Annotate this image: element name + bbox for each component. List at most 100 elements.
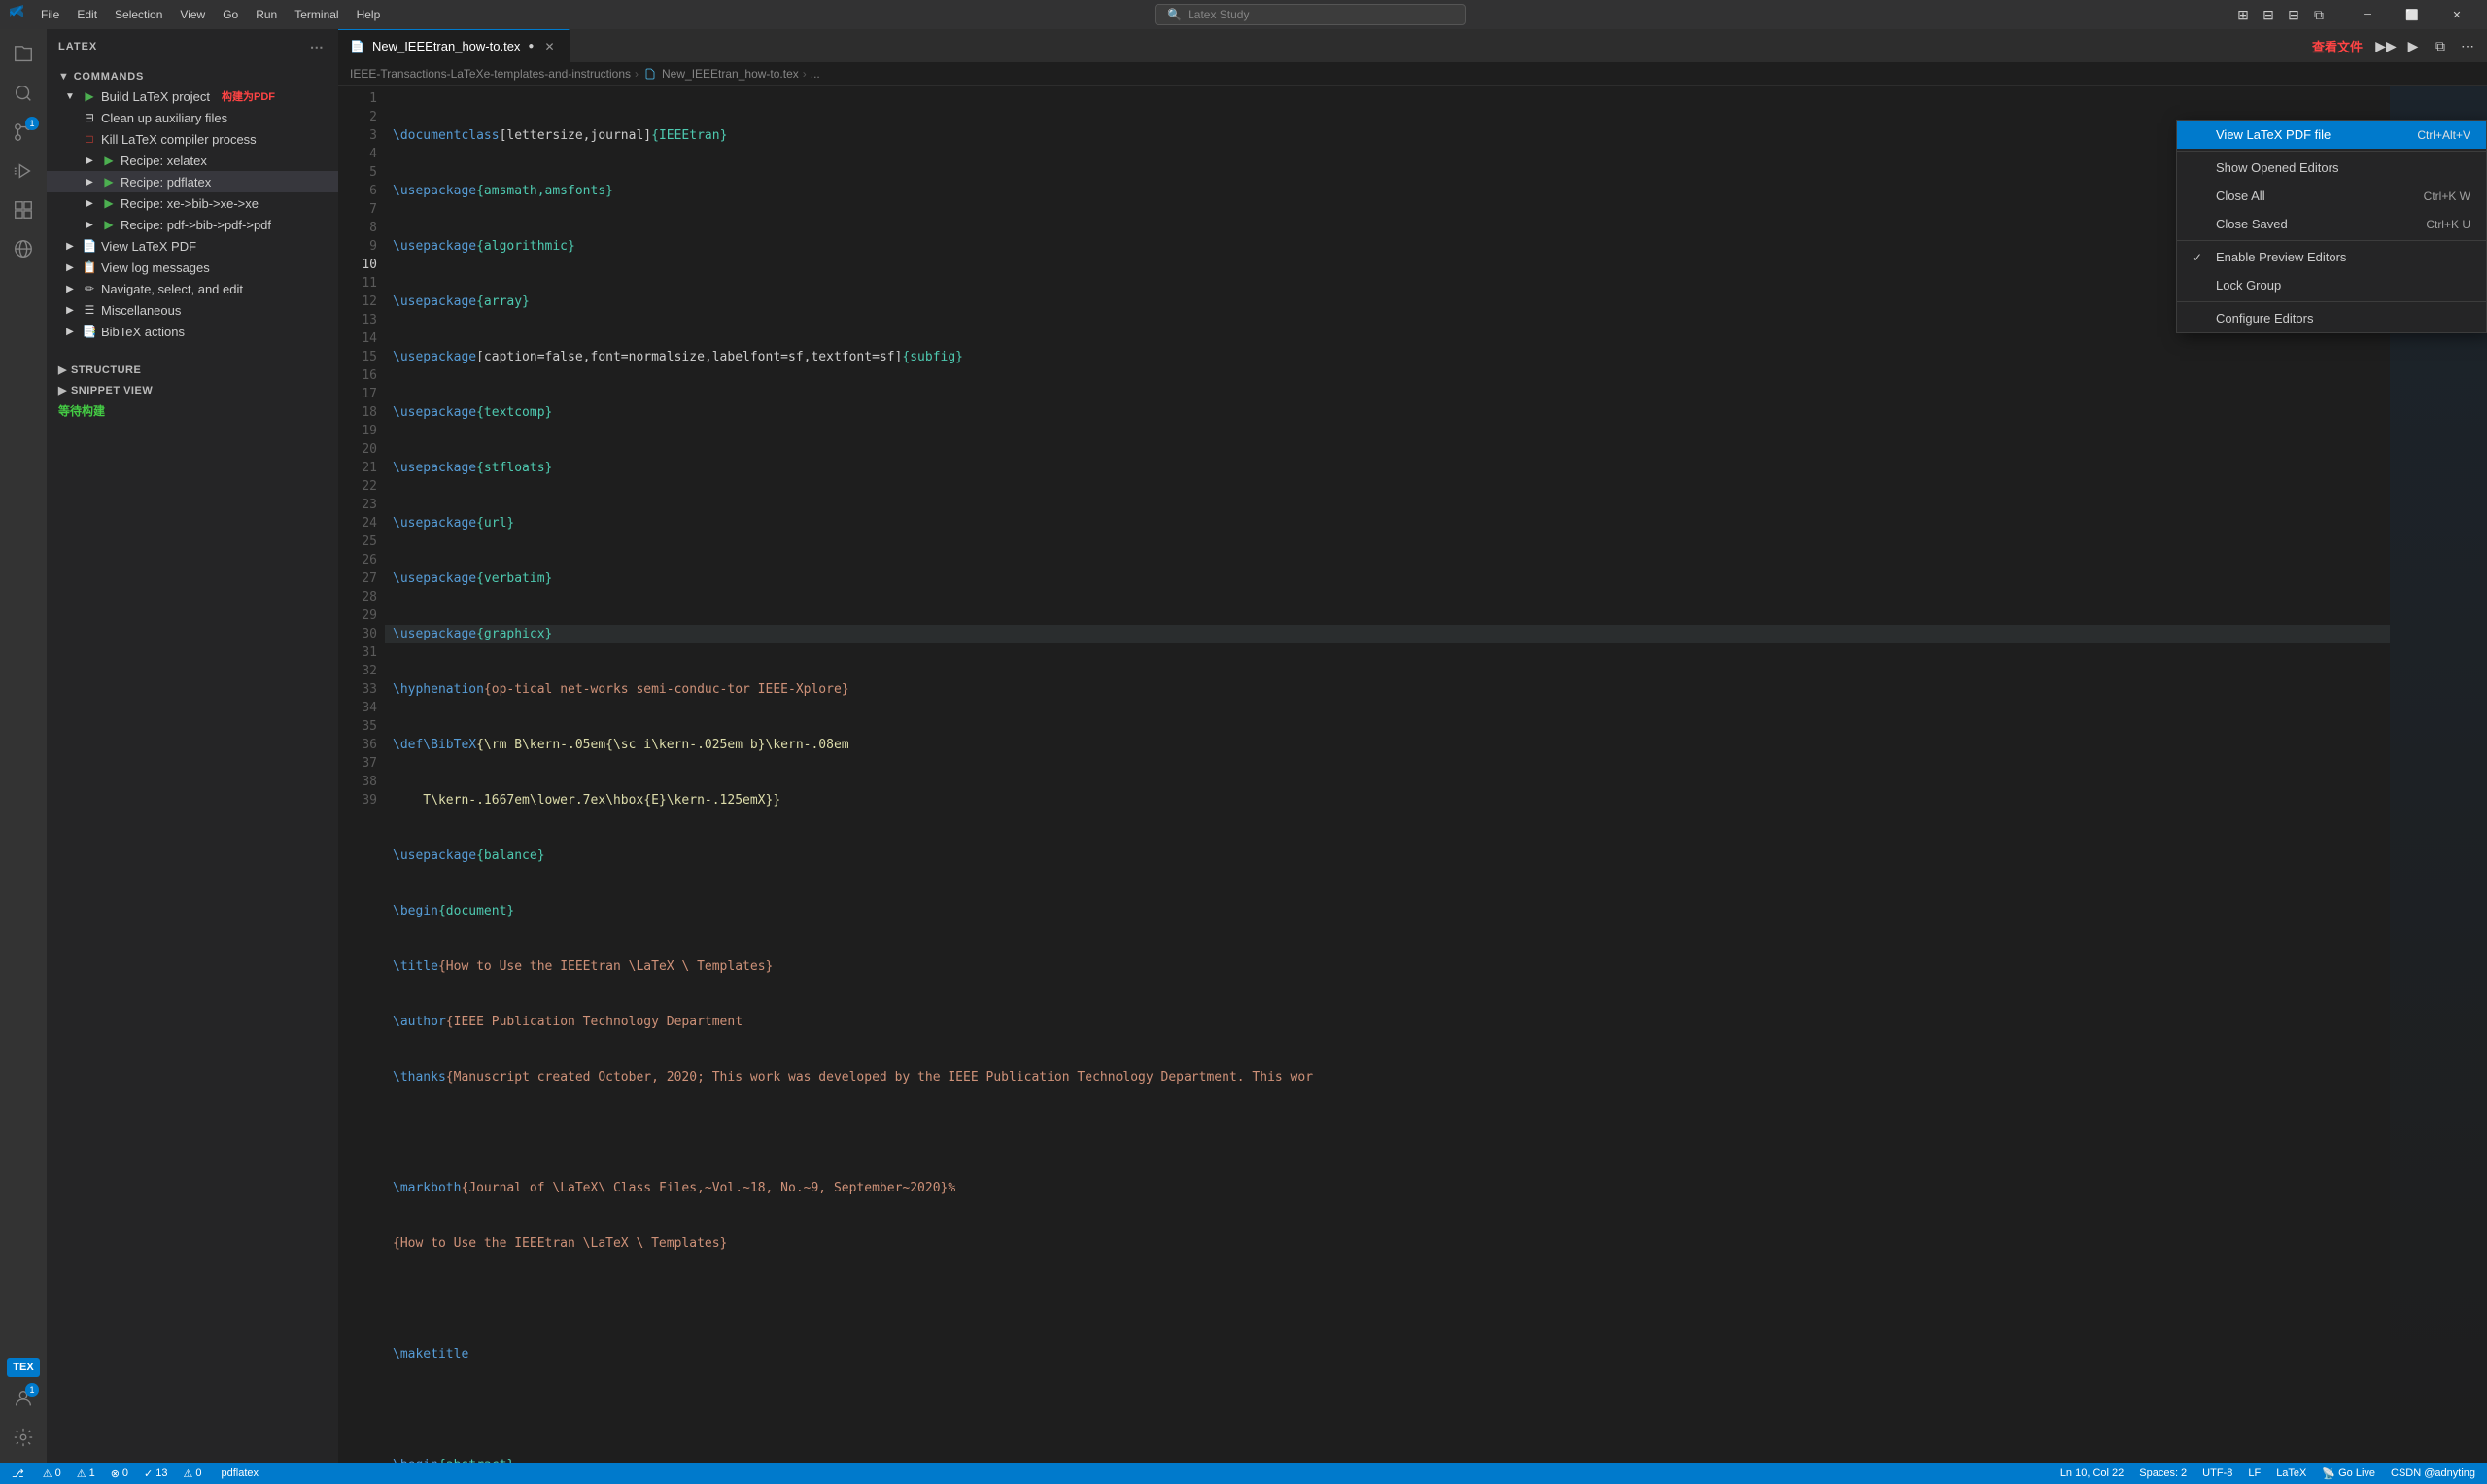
commands-label: COMMANDS xyxy=(74,71,144,83)
breadcrumb-item-1[interactable]: IEEE-Transactions-LaTeXe-templates-and-i… xyxy=(350,67,631,81)
activity-extensions[interactable] xyxy=(6,192,41,227)
layout-statusbar-icon[interactable]: ⊟ xyxy=(2283,4,2304,25)
sidebar-content: ▼ COMMANDS ▼ ▶ Build LaTeX project 构建为PD… xyxy=(47,64,338,1463)
code-line-25: \begin{abstract} xyxy=(385,1456,2390,1463)
build-latex-icon: ▶ xyxy=(82,88,97,104)
menu-item-configure-editors[interactable]: Configure Editors xyxy=(2177,304,2486,332)
status-encoding[interactable]: UTF-8 xyxy=(2198,1463,2236,1484)
tree-item-bibtex[interactable]: ▶ 📑 BibTeX actions xyxy=(47,321,338,342)
code-line-23: \maketitle xyxy=(385,1345,2390,1363)
tab-close-btn[interactable]: ✕ xyxy=(541,39,557,54)
code-line-16: \title{How to Use the IEEEtran \LaTeX \ … xyxy=(385,957,2390,976)
xe-bib-icon: ▶ xyxy=(101,195,117,211)
menu-sep-2 xyxy=(2177,240,2486,241)
code-line-2: \usepackage{amsmath,amsfonts} xyxy=(385,182,2390,200)
status-warnings[interactable]: ⚠ 1 xyxy=(73,1463,99,1484)
tab-new-ieeetran[interactable]: 📄 New_IEEEtran_how-to.tex ● ✕ xyxy=(338,29,570,63)
menu-run[interactable]: Run xyxy=(248,6,285,23)
menu-item-enable-preview[interactable]: ✓ Enable Preview Editors xyxy=(2177,243,2486,271)
pdf-bib-label: Recipe: pdf->bib->pdf->pdf xyxy=(121,218,271,232)
code-content[interactable]: \documentclass[lettersize,journal]{IEEEt… xyxy=(385,86,2390,1463)
menu-selection[interactable]: Selection xyxy=(107,6,170,23)
activity-run-debug[interactable] xyxy=(6,154,41,189)
tree-item-navigate[interactable]: ▶ ✏ Navigate, select, and edit xyxy=(47,278,338,299)
status-line-endings[interactable]: LF xyxy=(2244,1463,2264,1484)
menu-item-view-latex-pdf[interactable]: View LaTeX PDF file Ctrl+Alt+V xyxy=(2177,121,2486,149)
misc-arrow: ▶ xyxy=(62,302,78,318)
run-all-icon[interactable]: ▶▶ xyxy=(2374,34,2398,57)
status-extra[interactable]: ⚠ 0 xyxy=(180,1463,206,1484)
sub-panels: ▶ STRUCTURE ▶ SNIPPET VIEW xyxy=(47,358,338,398)
code-line-15: \begin{document} xyxy=(385,902,2390,920)
line-endings-text: LF xyxy=(2248,1467,2261,1479)
breadcrumb-item-2[interactable]: New_IEEEtran_how-to.tex xyxy=(662,67,799,81)
menu-sep-3 xyxy=(2177,301,2486,302)
menu-item-close-saved[interactable]: Close Saved Ctrl+K U xyxy=(2177,210,2486,238)
menu-item-lock-group[interactable]: Lock Group xyxy=(2177,271,2486,299)
tree-item-recipe-pdflatex[interactable]: ▶ ▶ Recipe: pdflatex xyxy=(47,171,338,192)
commands-section[interactable]: ▼ COMMANDS xyxy=(47,68,338,86)
structure-panel[interactable]: ▶ STRUCTURE xyxy=(47,358,338,378)
activity-source-control[interactable]: 1 xyxy=(6,115,41,150)
maximize-button[interactable]: ⬜ xyxy=(2390,0,2435,29)
menu-terminal[interactable]: Terminal xyxy=(287,6,346,23)
close-button[interactable]: ✕ xyxy=(2435,0,2479,29)
tree-item-misc[interactable]: ▶ ☰ Miscellaneous xyxy=(47,299,338,321)
search-box[interactable]: 🔍 Latex Study xyxy=(1155,4,1466,25)
build-annotation: 构建为PDF xyxy=(222,88,275,104)
menu-item-show-opened[interactable]: Show Opened Editors xyxy=(2177,154,2486,182)
search-icon: 🔍 xyxy=(1167,8,1182,21)
layout-panel-icon[interactable]: ⊟ xyxy=(2258,4,2279,25)
activity-bottom: TEX 1 xyxy=(6,1358,41,1463)
status-go-live[interactable]: 📡 Go Live xyxy=(2318,1463,2379,1484)
tree-item-view-latex-pdf[interactable]: ▶ 📄 View LaTeX PDF xyxy=(47,235,338,257)
tree-item-view-log[interactable]: ▶ 📋 View log messages xyxy=(47,257,338,278)
close-all-label: Close All xyxy=(2216,189,2416,203)
tree-item-recipe-pdf-bib[interactable]: ▶ ▶ Recipe: pdf->bib->pdf->pdf xyxy=(47,214,338,235)
sidebar-more-btn[interactable]: ⋯ xyxy=(307,37,327,56)
menu-file[interactable]: File xyxy=(33,6,67,23)
menu-go[interactable]: Go xyxy=(215,6,246,23)
activity-account[interactable]: 1 xyxy=(6,1381,41,1416)
menu-item-close-all[interactable]: Close All Ctrl+K W xyxy=(2177,182,2486,210)
menu-edit[interactable]: Edit xyxy=(69,6,105,23)
hint-count: 13 xyxy=(155,1467,167,1479)
cursor-name-text: pdflatex xyxy=(222,1467,259,1479)
misc-label: Miscellaneous xyxy=(101,303,181,318)
code-line-14: \usepackage{balance} xyxy=(385,846,2390,865)
status-spaces[interactable]: Spaces: 2 xyxy=(2135,1463,2191,1484)
layout-split-icon[interactable]: ⧉ xyxy=(2308,4,2330,25)
split-editor-icon[interactable]: ⧉ xyxy=(2429,34,2452,57)
tree-item-recipe-xe-bib[interactable]: ▶ ▶ Recipe: xe->bib->xe->xe xyxy=(47,192,338,214)
search-text: Latex Study xyxy=(1188,8,1249,21)
menu-help[interactable]: Help xyxy=(349,6,389,23)
view-log-label: View log messages xyxy=(101,260,210,275)
status-language[interactable]: LaTeX xyxy=(2272,1463,2310,1484)
run-icon[interactable]: ▶ xyxy=(2401,34,2425,57)
menu-view[interactable]: View xyxy=(172,6,213,23)
tree-item-kill-latex[interactable]: □ Kill LaTeX compiler process xyxy=(47,128,338,150)
status-cursor-name[interactable]: pdflatex xyxy=(222,1467,259,1479)
go-live-text: Go Live xyxy=(2338,1467,2375,1479)
breadcrumb-item-3[interactable]: ... xyxy=(811,67,820,81)
snippet-view-panel[interactable]: ▶ SNIPPET VIEW xyxy=(47,378,338,398)
tree-item-build-latex[interactable]: ▼ ▶ Build LaTeX project 构建为PDF xyxy=(47,86,338,107)
status-git-branch[interactable]: ⎇ xyxy=(8,1463,31,1484)
minimize-button[interactable]: ─ xyxy=(2345,0,2390,29)
activity-earth[interactable] xyxy=(6,231,41,266)
tex-badge[interactable]: TEX xyxy=(7,1358,39,1377)
info-count: 0 xyxy=(122,1467,128,1479)
more-actions-icon[interactable]: ⋯ xyxy=(2456,34,2479,57)
activity-search[interactable] xyxy=(6,76,41,111)
tree-item-recipe-xelatex[interactable]: ▶ ▶ Recipe: xelatex xyxy=(47,150,338,171)
status-hints[interactable]: ✓ 13 xyxy=(140,1463,171,1484)
status-errors[interactable]: ⚠ 0 xyxy=(39,1463,65,1484)
status-csdn[interactable]: CSDN @adnyting xyxy=(2387,1463,2479,1484)
layout-sidebar-icon[interactable]: ⊞ xyxy=(2232,4,2254,25)
status-line-col[interactable]: Ln 10, Col 22 xyxy=(2056,1463,2127,1484)
tree-item-clean-aux[interactable]: ⊟ Clean up auxiliary files xyxy=(47,107,338,128)
activity-settings[interactable] xyxy=(6,1420,41,1455)
view-annotation: 查看文件 xyxy=(2312,37,2363,55)
activity-explorer[interactable] xyxy=(6,37,41,72)
status-info[interactable]: ⊗ 0 xyxy=(107,1463,132,1484)
